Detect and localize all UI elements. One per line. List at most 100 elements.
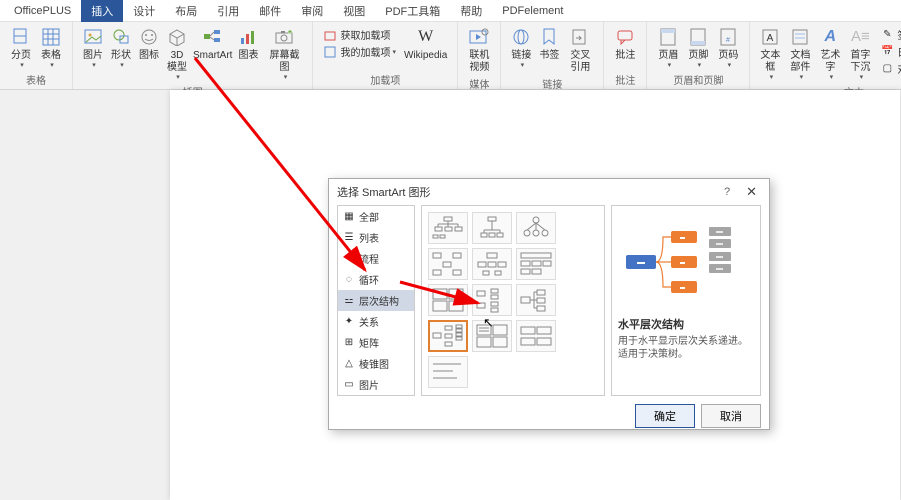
dialog-footer: 确定 取消 bbox=[329, 396, 769, 436]
cat-label: 关系 bbox=[359, 314, 379, 329]
smartart-button[interactable]: SmartArt bbox=[191, 24, 234, 64]
dropdown-icon: ▾ bbox=[50, 62, 54, 70]
tab-officeplus[interactable]: OfficePLUS bbox=[4, 2, 81, 20]
bookmark-button[interactable]: 书签 bbox=[535, 24, 563, 64]
get-addins-button[interactable]: 获取加载项 bbox=[319, 26, 400, 43]
gallery-thumb[interactable] bbox=[428, 284, 468, 316]
image-icon: ▭ bbox=[343, 379, 355, 391]
tab-help[interactable]: 帮助 bbox=[450, 0, 492, 22]
pagenum-button[interactable]: # 页码▾ bbox=[713, 24, 743, 72]
dropdown-icon: ▾ bbox=[770, 74, 774, 82]
cat-list-item[interactable]: ☰列表 bbox=[338, 227, 414, 248]
cat-all[interactable]: ▦全部 bbox=[338, 206, 414, 227]
gallery-thumb[interactable] bbox=[472, 320, 512, 352]
picture-button[interactable]: 图片▾ bbox=[79, 24, 107, 72]
grid-icon: ▦ bbox=[343, 211, 355, 223]
dropdown-icon: ▾ bbox=[698, 62, 702, 70]
gallery-thumb[interactable] bbox=[428, 356, 468, 388]
comment-button[interactable]: 批注 bbox=[610, 24, 640, 64]
header-label: 页眉 bbox=[658, 50, 678, 62]
tab-layout[interactable]: 布局 bbox=[165, 0, 207, 22]
header-button[interactable]: 页眉▾ bbox=[653, 24, 683, 72]
dropdown-icon: ▾ bbox=[176, 74, 180, 82]
table-button[interactable]: 表格▾ bbox=[36, 24, 66, 72]
tab-references[interactable]: 引用 bbox=[207, 0, 249, 22]
process-icon: ➜ bbox=[343, 253, 355, 265]
close-button[interactable]: ✕ bbox=[742, 184, 761, 200]
icons-button[interactable]: 图标 bbox=[135, 24, 163, 64]
dropdown-icon: ▾ bbox=[284, 74, 288, 82]
wordart-icon: A bbox=[819, 26, 841, 48]
pages-button[interactable]: 分页▾ bbox=[6, 24, 36, 72]
cat-label: 棱锥图 bbox=[359, 356, 389, 371]
chart-icon bbox=[237, 26, 259, 48]
quickparts-button[interactable]: 文档部件▾ bbox=[784, 24, 816, 84]
cat-picture[interactable]: ▭图片 bbox=[338, 374, 414, 395]
cat-hierarchy[interactable]: ⚍层次结构 bbox=[338, 290, 414, 311]
cycle-icon: ◌ bbox=[343, 274, 355, 286]
camera-icon: + bbox=[273, 26, 295, 48]
gallery-thumb[interactable] bbox=[472, 248, 512, 280]
tab-insert[interactable]: 插入 bbox=[81, 0, 123, 22]
preview-description: 用于水平显示层次关系递进。适用于决策树。 bbox=[618, 335, 754, 361]
wikipedia-button[interactable]: WWikipedia bbox=[400, 24, 451, 64]
gallery-thumb[interactable] bbox=[516, 212, 556, 244]
datetime-label: 日期和时间 bbox=[897, 44, 901, 59]
dropdown-icon: ▾ bbox=[728, 62, 732, 70]
object-button[interactable]: ▢对象▾ bbox=[876, 60, 901, 77]
gallery-thumb[interactable] bbox=[428, 248, 468, 280]
gallery-thumb[interactable] bbox=[516, 248, 556, 280]
screenshot-button[interactable]: +屏幕截图▾ bbox=[262, 24, 306, 84]
cat-label: 列表 bbox=[359, 230, 379, 245]
object-icon: ▢ bbox=[880, 62, 894, 76]
gallery-thumb-selected[interactable] bbox=[428, 320, 468, 352]
datetime-button[interactable]: 📅日期和时间 bbox=[876, 43, 901, 60]
page-break-icon bbox=[10, 26, 32, 48]
tab-mail[interactable]: 邮件 bbox=[249, 0, 291, 22]
gallery-thumb[interactable] bbox=[516, 320, 556, 352]
gallery-thumb[interactable] bbox=[516, 284, 556, 316]
shapes-button[interactable]: 形状▾ bbox=[107, 24, 135, 72]
cat-process[interactable]: ➜流程 bbox=[338, 248, 414, 269]
cat-cycle[interactable]: ◌循环 bbox=[338, 269, 414, 290]
cat-pyramid[interactable]: △棱锥图 bbox=[338, 353, 414, 374]
tab-pdfelement[interactable]: PDFelement bbox=[492, 2, 573, 20]
cat-relationship[interactable]: ✦关系 bbox=[338, 311, 414, 332]
matrix-icon: ⊞ bbox=[343, 337, 355, 349]
gallery-thumb[interactable] bbox=[472, 284, 512, 316]
tab-review[interactable]: 审阅 bbox=[291, 0, 333, 22]
help-button[interactable]: ? bbox=[724, 186, 730, 198]
my-addins-button[interactable]: 我的加载项▾ bbox=[319, 43, 400, 60]
3dmodel-label: 3D 模型 bbox=[167, 50, 187, 74]
chart-button[interactable]: 图表 bbox=[234, 24, 262, 64]
textbox-button[interactable]: A文本框▾ bbox=[756, 24, 784, 84]
hierarchy-icon: ⚍ bbox=[343, 295, 355, 307]
signature-button[interactable]: ✎签名行▾ bbox=[876, 26, 901, 43]
object-label: 对象 bbox=[897, 61, 901, 76]
footer-icon bbox=[687, 26, 709, 48]
cat-matrix[interactable]: ⊞ 矩阵 bbox=[338, 332, 414, 353]
svg-text:#: # bbox=[726, 37, 730, 44]
cat-label: 矩阵 bbox=[359, 335, 379, 350]
pagenum-icon: # bbox=[717, 26, 739, 48]
crossref-button[interactable]: 交叉引用 bbox=[563, 24, 597, 76]
tab-design[interactable]: 设计 bbox=[123, 0, 165, 22]
footer-button[interactable]: 页脚▾ bbox=[683, 24, 713, 72]
gallery-thumb[interactable] bbox=[428, 212, 468, 244]
wordart-button[interactable]: A艺术字▾ bbox=[816, 24, 844, 84]
tab-pdftools[interactable]: PDF工具箱 bbox=[375, 0, 450, 22]
gallery-thumb[interactable] bbox=[472, 212, 512, 244]
smartart-dialog: 选择 SmartArt 图形 ? ✕ ▦全部 ☰列表 ➜流程 ◌循环 ⚍层次结构… bbox=[328, 178, 770, 430]
3dmodel-button[interactable]: 3D 模型▾ bbox=[163, 24, 191, 84]
dropcap-button[interactable]: A≡首字下沉▾ bbox=[844, 24, 876, 84]
ok-button[interactable]: 确定 bbox=[635, 404, 695, 428]
my-addins-label: 我的加载项 bbox=[340, 44, 390, 59]
textbox-icon: A bbox=[759, 26, 781, 48]
smartart-label: SmartArt bbox=[193, 50, 232, 62]
online-video-label: 联机视频 bbox=[468, 50, 490, 74]
online-video-button[interactable]: 联机视频 bbox=[464, 24, 494, 76]
cancel-button[interactable]: 取消 bbox=[701, 404, 761, 428]
pagenum-label: 页码 bbox=[718, 50, 738, 62]
tab-view[interactable]: 视图 bbox=[333, 0, 375, 22]
link-button[interactable]: 链接▾ bbox=[507, 24, 535, 72]
